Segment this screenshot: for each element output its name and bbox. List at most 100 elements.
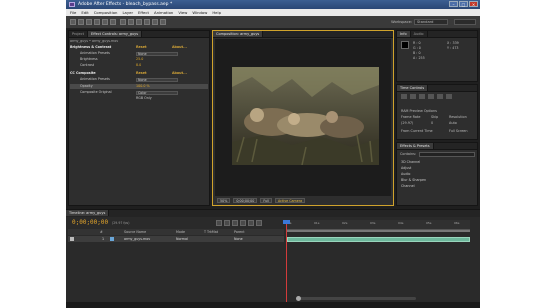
rotate-tool-icon[interactable] (94, 19, 100, 25)
shy-layers-icon[interactable] (232, 220, 238, 226)
opacity-value[interactable]: 100.0 % (136, 84, 150, 89)
about-link[interactable]: About... (172, 45, 187, 50)
info-y: Y : 473 (447, 46, 459, 50)
visibility-eye-icon[interactable] (70, 237, 74, 241)
window-buttons: – □ × (449, 1, 478, 7)
ram-preview-options[interactable]: RAM Preview Options (401, 109, 437, 113)
effect-controls-panel: Project Effect Controls: army_guys army_… (68, 30, 210, 206)
rgb-only-checkbox[interactable]: RGB Only (136, 96, 152, 101)
animation-presets-dropdown[interactable]: None (136, 77, 178, 82)
close-button[interactable]: × (469, 1, 478, 7)
draft-3d-icon[interactable] (224, 220, 230, 226)
effects-category[interactable]: Adjust (401, 166, 411, 170)
ram-preview-icon[interactable] (446, 94, 452, 99)
last-frame-icon[interactable] (437, 94, 443, 99)
menu-window[interactable]: Window (192, 10, 207, 15)
skip-dropdown[interactable]: 0 (431, 121, 433, 125)
resolution-dropdown[interactable]: Auto (449, 121, 457, 125)
contrast-value[interactable]: 8.0 (136, 63, 141, 68)
tab-info[interactable]: Info (397, 31, 411, 37)
effects-category[interactable]: 3D Channel (401, 160, 420, 164)
effect-cc-composite[interactable]: CC Composite Reset About... (70, 71, 208, 76)
menu-edit[interactable]: Edit (81, 10, 88, 15)
frame-blending-icon[interactable] (240, 220, 246, 226)
first-frame-icon[interactable] (401, 94, 407, 99)
menu-effect[interactable]: Effect (138, 10, 149, 15)
zoom-slider-knob[interactable] (296, 296, 301, 301)
brightness-value[interactable]: 25.0 (136, 57, 143, 62)
timeline-zoom-slider[interactable] (296, 296, 416, 301)
hand-tool-icon[interactable] (78, 19, 84, 25)
menu-file[interactable]: File (70, 10, 76, 15)
effect-brightness-contrast[interactable]: Brightness & Contrast Reset About... (70, 45, 208, 50)
tools-bar: Workspace: Standard (66, 16, 480, 29)
time-ruler[interactable]: 00s 01s 02s 03s 04s 05s 06s (286, 220, 470, 230)
active-camera-dropdown[interactable]: Active Camera (274, 198, 306, 203)
layer-parent[interactable]: None (234, 236, 243, 242)
tab-time-controls[interactable]: Time Controls (397, 85, 429, 91)
effects-category[interactable]: Channel (401, 184, 415, 188)
layer-label-color[interactable] (110, 237, 114, 241)
live-update-icon[interactable] (216, 220, 222, 226)
next-frame-icon[interactable] (428, 94, 434, 99)
param-label: Opacity (80, 84, 93, 88)
graph-editor-icon[interactable] (256, 220, 262, 226)
text-tool-icon[interactable] (128, 19, 134, 25)
tab-project[interactable]: Project (69, 31, 88, 37)
tab-effects-presets[interactable]: Effects & Presets (397, 143, 434, 149)
frame-rate-dropdown[interactable]: (29.97) (401, 121, 413, 125)
current-time-indicator-handle[interactable] (283, 220, 290, 224)
clone-tool-icon[interactable] (144, 19, 150, 25)
reset-link[interactable]: Reset (136, 71, 147, 76)
tab-effect-controls[interactable]: Effect Controls: army_guys (87, 31, 143, 37)
menu-animation[interactable]: Animation (154, 10, 173, 15)
effects-search-input[interactable] (419, 152, 475, 157)
composition-viewer[interactable] (215, 39, 391, 196)
layer-index: 1 (102, 237, 105, 241)
playback-buttons (401, 94, 452, 99)
workspace-dropdown[interactable]: Standard (414, 19, 448, 25)
magnification-dropdown[interactable]: 50% (217, 198, 231, 203)
tab-composition[interactable]: Composition: army_guys (213, 31, 264, 37)
effects-category[interactable]: Blur & Sharpen (401, 178, 426, 182)
effects-category[interactable]: Audio (401, 172, 410, 176)
pan-behind-tool-icon[interactable] (110, 19, 116, 25)
camera-tool-icon[interactable] (102, 19, 108, 25)
layer-duration-bar[interactable] (287, 237, 470, 242)
menu-composition[interactable]: Composition (94, 10, 118, 15)
resolution-dropdown[interactable]: Full (260, 198, 272, 203)
layer-mode[interactable]: Normal (176, 236, 188, 242)
current-time-indicator[interactable] (286, 220, 287, 303)
play-icon[interactable] (419, 94, 425, 99)
work-area-bar[interactable] (286, 230, 470, 232)
zoom-tool-icon[interactable] (86, 19, 92, 25)
param-label: Composite Original (80, 90, 112, 94)
col-trkmat: T TrkMat (204, 230, 219, 234)
from-current-time-checkbox[interactable]: From Current Time (401, 129, 433, 133)
current-time-display[interactable]: 0;00;00;00 (233, 198, 258, 203)
selection-tool-icon[interactable] (70, 19, 76, 25)
pen-tool-icon[interactable] (120, 19, 126, 25)
menu-layer[interactable]: Layer (122, 10, 133, 15)
help-search-input[interactable] (454, 19, 476, 25)
menu-view[interactable]: View (178, 10, 187, 15)
timeline-layer-row[interactable]: 1 army_guys.mov Normal None (68, 236, 284, 242)
layer-name[interactable]: army_guys.mov (124, 236, 150, 242)
minimize-button[interactable]: – (449, 1, 458, 7)
tab-timeline[interactable]: Timeline: army_guys (66, 210, 110, 216)
reset-link[interactable]: Reset (136, 45, 147, 50)
timeline-current-time[interactable]: 0;00;00;00 (72, 219, 108, 226)
puppet-tool-icon[interactable] (160, 19, 166, 25)
brightness-row: Brightness 25.0 (70, 57, 208, 62)
eraser-tool-icon[interactable] (152, 19, 158, 25)
composite-original-dropdown[interactable]: Color (136, 90, 178, 95)
animation-presets-dropdown[interactable]: None (136, 51, 178, 56)
motion-blur-icon[interactable] (248, 220, 254, 226)
about-link[interactable]: About... (172, 71, 187, 76)
menu-help[interactable]: Help (212, 10, 221, 15)
prev-frame-icon[interactable] (410, 94, 416, 99)
tab-audio[interactable]: Audio (411, 31, 428, 37)
brush-tool-icon[interactable] (136, 19, 142, 25)
maximize-button[interactable]: □ (459, 1, 468, 7)
full-screen-checkbox[interactable]: Full Screen (449, 129, 468, 133)
